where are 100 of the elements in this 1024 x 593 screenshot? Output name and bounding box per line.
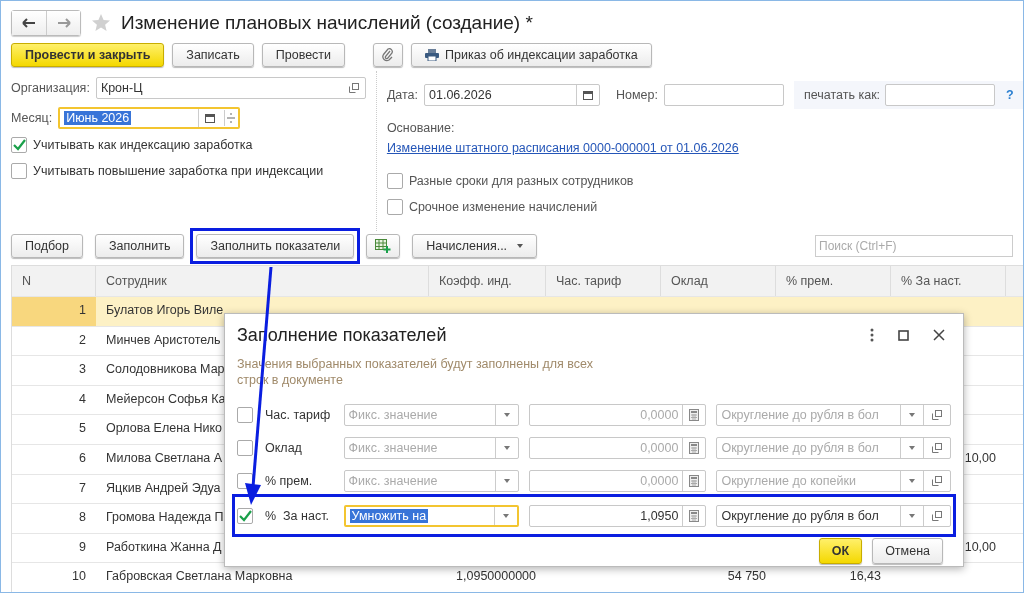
checkmark-icon [238, 509, 252, 522]
calendar-icon [583, 90, 594, 100]
column-header[interactable]: % прем. [776, 266, 891, 296]
calculator-icon [689, 474, 700, 487]
caret-icon [909, 412, 915, 417]
basis-link[interactable]: Изменение штатного расписания 0000-000001 от 01.06.2026 [386, 141, 1023, 155]
table-cell: Работкина Жанна Д [106, 539, 222, 554]
cancel-button[interactable]: Отмена [872, 538, 943, 564]
table-cell: 10 [72, 569, 86, 584]
table-cell: Солодовникова Мар [106, 362, 225, 377]
help-link[interactable]: ? [1006, 88, 1014, 102]
search-field[interactable]: Поиск (Ctrl+F) [815, 235, 1013, 257]
value-field[interactable]: 1,0950 [529, 504, 707, 527]
checkbox-option[interactable]: Учитывать повышение заработка при индексации [11, 163, 366, 179]
table-toolbar-button[interactable]: Подбор [11, 234, 84, 258]
mode-select[interactable]: Умножить на [343, 504, 520, 527]
table-cell: 1,0950000000 [456, 569, 536, 584]
table-cell: Габровская Светлана Марковна [106, 569, 293, 584]
caret-icon [909, 478, 915, 483]
toolbar-button[interactable]: Провести [261, 43, 346, 67]
indicator-checkbox[interactable]: Оклад [237, 439, 334, 456]
caret-icon [504, 445, 510, 450]
table-toolbar-button[interactable]: Заполнить показатели [196, 234, 355, 258]
print-order-button[interactable]: Приказ об индексации заработка [411, 43, 652, 67]
caret-icon [504, 412, 510, 417]
printer-icon [425, 49, 440, 61]
table-cell: Минчев Аристотель [106, 332, 221, 347]
column-header[interactable]: N [12, 266, 96, 296]
forward-arrow-icon [56, 18, 71, 28]
checkbox-option[interactable]: Срочное изменение начислений [386, 199, 1023, 215]
post-and-close-button[interactable]: Провести и закрыть [11, 43, 165, 67]
checkmark-icon [12, 139, 26, 151]
window-title: Изменение плановых начислений (создание) * [121, 12, 533, 34]
open-icon [932, 510, 942, 521]
ok-button[interactable]: ОК [818, 538, 863, 564]
table-cell: Булатов Игорь Виле [106, 303, 224, 317]
toolbar-button[interactable]: Записать [172, 43, 254, 67]
calculator-icon [689, 509, 700, 522]
indicator-checkbox[interactable]: Час. тариф [237, 406, 334, 423]
calendar-icon [205, 113, 216, 123]
field-label: Месяц: [11, 111, 53, 125]
table-cell: 2 [79, 332, 86, 347]
spinner-icon[interactable] [224, 110, 236, 126]
field-label: Организация: [11, 81, 90, 95]
date-field[interactable]: 01.06.2026 [424, 84, 601, 106]
calculator-icon [689, 408, 700, 421]
open-icon [348, 83, 359, 93]
table-cell: 10,00 [964, 539, 996, 554]
maximize-icon[interactable] [898, 329, 909, 341]
organization-field[interactable]: Крон-Ц [95, 77, 366, 99]
grid-plus-icon [375, 239, 392, 253]
table-cell: Орлова Елена Нико [106, 421, 223, 436]
caret-icon [504, 478, 510, 483]
table-cell: 16,43 [849, 569, 881, 584]
table-cell: Яцкив Андрей Эдуа [106, 480, 221, 495]
indicator-checkbox[interactable]: % За наст. [237, 507, 334, 524]
caret-icon [517, 244, 524, 248]
checkbox-option[interactable]: Учитывать как индексацию заработка [11, 137, 366, 153]
calculator-icon [689, 441, 700, 454]
open-icon [932, 442, 942, 453]
checkbox-option[interactable]: Разные сроки для разных сотрудников [386, 173, 1023, 189]
column-header[interactable]: % За наст. [891, 266, 1006, 296]
field-label: Дата: [386, 88, 419, 102]
field-label: Номер: [616, 88, 658, 102]
caret-icon [503, 513, 510, 518]
open-icon [932, 475, 942, 486]
back-arrow-icon [22, 18, 36, 28]
table-cell: 3 [79, 362, 86, 377]
column-header[interactable]: Коэфф. инд. [429, 266, 546, 296]
print-as-field[interactable] [885, 84, 996, 106]
table-cell: 6 [79, 450, 86, 465]
column-header[interactable]: Сотрудник [96, 266, 429, 296]
table-cell: 4 [79, 391, 86, 406]
table-toolbar-button[interactable]: Заполнить [95, 234, 185, 258]
attach-button[interactable] [373, 43, 404, 67]
accruals-menu-button[interactable]: Начисления... [412, 234, 538, 258]
month-field[interactable]: Июнь 2026 [58, 107, 241, 129]
star-icon[interactable] [91, 13, 111, 33]
number-field[interactable] [664, 84, 784, 106]
rounding-select[interactable]: Округление до рубля в бол [716, 504, 951, 527]
table-cell: 54 750 [727, 569, 766, 584]
back-button[interactable] [12, 11, 46, 35]
caret-icon [909, 513, 915, 518]
more-icon[interactable] [870, 328, 874, 342]
table-cell: 1 [79, 303, 86, 317]
table-cell: Громова Надежда П [106, 510, 224, 525]
column-header[interactable]: Оклад [661, 266, 776, 296]
table-cell: 8 [79, 510, 86, 525]
table-cell: Милова Светлана А [106, 450, 223, 465]
caret-icon [909, 445, 915, 450]
open-icon [932, 409, 942, 420]
add-rows-button[interactable] [366, 234, 401, 258]
table-cell: 10,00 [964, 450, 996, 465]
table-cell: Мейерсон Софья Ка [106, 391, 226, 406]
field-label: Основание: [386, 121, 456, 135]
table-cell: 5 [79, 421, 86, 436]
column-header[interactable]: Час. тариф [546, 266, 661, 296]
close-icon[interactable] [933, 329, 945, 341]
paperclip-icon [382, 48, 395, 62]
table-cell: 7 [79, 480, 86, 495]
